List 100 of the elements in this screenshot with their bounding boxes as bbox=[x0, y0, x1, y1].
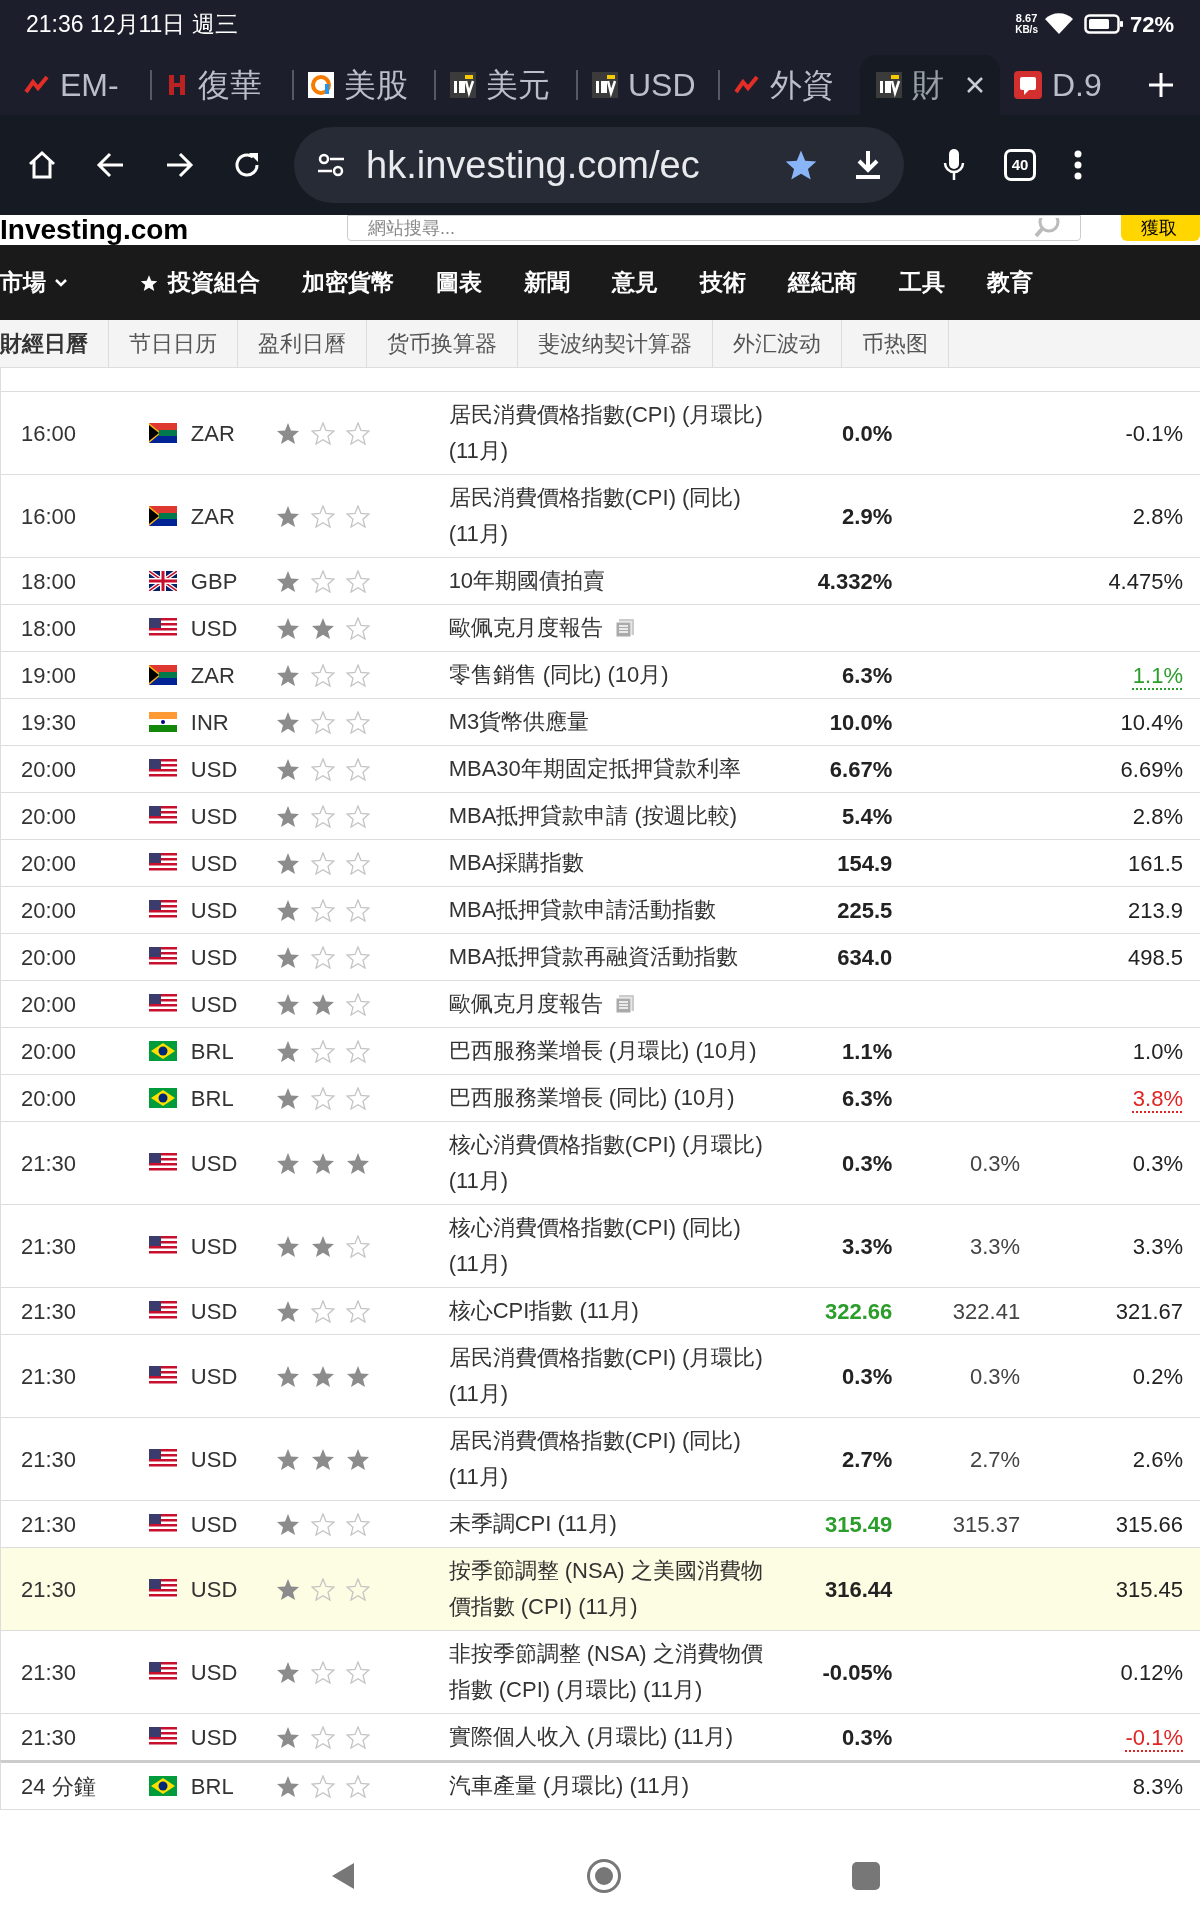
microphone-icon[interactable] bbox=[942, 148, 966, 182]
event-name[interactable]: 10年期國債拍賣 bbox=[448, 563, 770, 599]
previous-value: 1.0% bbox=[1132, 1038, 1183, 1064]
subnav-tab[interactable]: 盈利日曆 bbox=[238, 320, 367, 367]
event-time: 24 分鐘 bbox=[21, 1772, 97, 1801]
actual-value: 0.3% bbox=[842, 1150, 893, 1176]
previous-value: 4.475% bbox=[1108, 568, 1183, 594]
site-logo[interactable]: Investing.com bbox=[0, 215, 189, 245]
nav-item[interactable]: 經紀商 bbox=[788, 265, 857, 300]
event-name[interactable]: 歐佩克月度報告 bbox=[448, 610, 603, 646]
forecast-value: 0.3% bbox=[970, 1150, 1021, 1176]
event-time: 16:00 bbox=[21, 502, 78, 531]
filled-star-icon bbox=[275, 1234, 300, 1258]
subnav-tab[interactable]: 財經日曆 bbox=[0, 320, 109, 367]
event-name[interactable]: 實際個人收入 (月環比) (11月) bbox=[448, 1719, 770, 1755]
subnav-tab[interactable]: 货币换算器 bbox=[367, 320, 518, 367]
event-name[interactable]: 按季節調整 (NSA) 之美國消費物價指數 (CPI) (11月) bbox=[448, 1553, 770, 1625]
event-name[interactable]: 巴西服務業增長 (月環比) (10月) bbox=[448, 1033, 770, 1069]
new-tab-icon[interactable] bbox=[1148, 72, 1174, 98]
browser-tab[interactable]: 外資 bbox=[720, 55, 860, 115]
currency-code: ZAR bbox=[190, 419, 236, 448]
event-name[interactable]: MBA抵押貸款申請 (按週比較) bbox=[448, 798, 770, 834]
previous-value: 213.9 bbox=[1127, 897, 1183, 923]
empty-star-icon bbox=[310, 1086, 335, 1110]
flag-icon bbox=[148, 947, 177, 967]
home-icon[interactable] bbox=[26, 149, 58, 181]
event-time: 20:00 bbox=[21, 1084, 78, 1113]
filled-star-icon bbox=[345, 1447, 370, 1471]
empty-star-icon bbox=[345, 421, 370, 445]
site-settings-icon[interactable] bbox=[316, 152, 346, 178]
back-icon[interactable] bbox=[96, 150, 126, 180]
event-name[interactable]: 核心消費價格指數(CPI) (月環比) (11月) bbox=[448, 1127, 770, 1199]
currency-code: USD bbox=[190, 1362, 239, 1391]
recents-icon[interactable] bbox=[852, 1862, 880, 1890]
event-name[interactable]: 居民消費價格指數(CPI) (月環比) (11月) bbox=[448, 1340, 770, 1412]
nav-item[interactable]: 技術 bbox=[700, 265, 746, 300]
previous-value: 8.3% bbox=[1132, 1773, 1183, 1799]
previous-value: 2.8% bbox=[1132, 803, 1183, 829]
flag-icon bbox=[148, 571, 177, 591]
download-icon[interactable] bbox=[854, 149, 882, 181]
event-name[interactable]: MBA採購指數 bbox=[448, 845, 770, 881]
browser-tab[interactable]: USD bbox=[578, 55, 718, 115]
event-time: 18:00 bbox=[21, 614, 78, 643]
browser-tab[interactable]: 復華 bbox=[152, 55, 292, 115]
close-icon[interactable] bbox=[966, 76, 984, 94]
currency-code: USD bbox=[190, 943, 239, 972]
previous-value: 498.5 bbox=[1127, 944, 1183, 970]
event-name[interactable]: 巴西服務業增長 (同比) (10月) bbox=[448, 1080, 770, 1116]
event-name[interactable]: 歐佩克月度報告 bbox=[448, 986, 603, 1022]
trend-icon bbox=[24, 74, 50, 96]
event-name[interactable]: 核心消費價格指數(CPI) (同比) (11月) bbox=[448, 1210, 770, 1282]
empty-star-icon bbox=[310, 851, 335, 875]
event-name[interactable]: M3貨幣供應量 bbox=[448, 704, 770, 740]
subnav-tab[interactable]: 斐波纳契计算器 bbox=[518, 320, 713, 367]
browser-tab[interactable]: D.9 bbox=[1000, 55, 1140, 115]
more-icon[interactable] bbox=[1074, 150, 1082, 180]
browser-tab[interactable]: 美元 bbox=[436, 55, 576, 115]
subnav-tab[interactable]: 币热图 bbox=[842, 320, 949, 367]
browser-tab[interactable]: 財 bbox=[860, 55, 1000, 115]
event-time: 21:30 bbox=[21, 1232, 78, 1261]
browser-tab[interactable]: EM- bbox=[10, 55, 150, 115]
nav-item[interactable]: 加密貨幣 bbox=[302, 265, 394, 300]
tab-count-button[interactable]: 40 bbox=[1004, 149, 1036, 181]
nav-item[interactable]: 新聞 bbox=[524, 265, 570, 300]
event-name[interactable]: MBA30年期固定抵押貸款利率 bbox=[448, 751, 770, 787]
get-button[interactable]: 獲取 bbox=[1120, 215, 1200, 241]
nav-item[interactable]: 意見 bbox=[612, 265, 658, 300]
event-name[interactable]: 居民消費價格指數(CPI) (月環比) (11月) bbox=[448, 397, 770, 469]
nav-item[interactable]: 圖表 bbox=[436, 265, 482, 300]
event-name[interactable]: 居民消費價格指數(CPI) (同比) (11月) bbox=[448, 1423, 770, 1495]
bookmark-star-icon[interactable] bbox=[784, 149, 818, 181]
search-field[interactable]: 網站搜尋... bbox=[346, 215, 1081, 241]
browser-tab[interactable]: 美股 bbox=[294, 55, 434, 115]
forward-icon[interactable] bbox=[164, 150, 194, 180]
currency-code: USD bbox=[190, 1658, 239, 1687]
event-name[interactable]: MBA抵押貸款申請活動指數 bbox=[448, 892, 770, 928]
flag-icon bbox=[148, 1153, 177, 1173]
empty-star-icon bbox=[310, 804, 335, 828]
nav-item[interactable]: 投資組合 bbox=[140, 265, 260, 300]
subnav-tab[interactable]: 节日日历 bbox=[109, 320, 238, 367]
flag-icon bbox=[148, 1776, 177, 1796]
event-name[interactable]: MBA抵押貸款再融資活動指數 bbox=[448, 939, 770, 975]
filled-star-icon bbox=[345, 1151, 370, 1175]
subnav-tab[interactable]: 外汇波动 bbox=[713, 320, 842, 367]
event-time: 21:30 bbox=[21, 1297, 78, 1326]
event-name[interactable]: 非按季節調整 (NSA) 之消費物價指數 (CPI) (月環比) (11月) bbox=[448, 1636, 770, 1708]
filled-star-icon bbox=[275, 1725, 300, 1749]
event-name[interactable]: 居民消費價格指數(CPI) (同比) (11月) bbox=[448, 480, 770, 552]
currency-code: USD bbox=[190, 1510, 239, 1539]
nav-item[interactable]: 教育 bbox=[987, 265, 1033, 300]
empty-star-icon bbox=[310, 757, 335, 781]
nav-item[interactable]: 工具 bbox=[899, 265, 945, 300]
nav-item[interactable]: 市場 bbox=[0, 265, 68, 300]
actual-value: 5.4% bbox=[842, 803, 893, 829]
event-name[interactable]: 汽車產量 (月環比) (11月) bbox=[448, 1768, 770, 1804]
chat-logo-icon bbox=[1014, 71, 1042, 99]
event-name[interactable]: 零售銷售 (同比) (10月) bbox=[448, 657, 770, 693]
event-name[interactable]: 未季調CPI (11月) bbox=[448, 1506, 770, 1542]
event-name[interactable]: 核心CPI指數 (11月) bbox=[448, 1293, 770, 1329]
address-bar[interactable]: hk.investing.com/ec bbox=[294, 127, 904, 203]
